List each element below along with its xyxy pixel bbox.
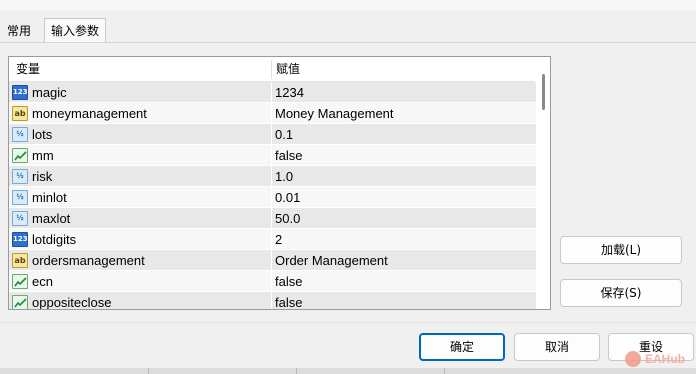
table-row[interactable]: ½ maxlot 50.0 bbox=[9, 208, 536, 229]
vertical-scrollbar[interactable] bbox=[537, 57, 550, 309]
cancel-button[interactable]: 取消 bbox=[514, 333, 600, 361]
tab-general[interactable]: 常用 bbox=[0, 20, 38, 42]
taskbar-strip bbox=[0, 368, 696, 374]
parameter-name: mm bbox=[32, 148, 54, 163]
parameter-name: minlot bbox=[32, 190, 67, 205]
parameter-value[interactable]: 1234 bbox=[275, 82, 304, 103]
parameter-name: lotdigits bbox=[32, 232, 77, 247]
ok-button[interactable]: 确定 bbox=[419, 333, 505, 361]
parameter-value[interactable]: 50.0 bbox=[275, 208, 300, 229]
parameter-name: maxlot bbox=[32, 211, 71, 226]
cell-separator bbox=[271, 271, 272, 292]
parameter-name: moneymanagement bbox=[32, 106, 147, 121]
parameter-value[interactable]: 0.01 bbox=[275, 187, 300, 208]
table-row[interactable]: mm false bbox=[9, 145, 536, 166]
double-type-icon: ½ bbox=[12, 190, 28, 205]
double-type-icon: ½ bbox=[12, 169, 28, 184]
boolean-type-icon bbox=[12, 148, 28, 163]
parameter-name: risk bbox=[32, 169, 53, 184]
column-separator[interactable] bbox=[271, 60, 272, 79]
table-row[interactable]: ab ordersmanagement Order Management bbox=[9, 250, 536, 271]
taskbar-separator bbox=[148, 368, 149, 374]
column-header-variable[interactable]: 变量 bbox=[16, 57, 40, 82]
boolean-type-icon bbox=[12, 295, 28, 309]
parameter-name: oppositeclose bbox=[32, 295, 112, 310]
cell-separator bbox=[271, 187, 272, 208]
table-row[interactable]: ½ risk 1.0 bbox=[9, 166, 536, 187]
table-row[interactable]: 123 lotdigits 2 bbox=[9, 229, 536, 250]
parameter-value[interactable]: false bbox=[275, 145, 302, 166]
column-header-value[interactable]: 赋值 bbox=[276, 57, 300, 82]
watermark-logo-icon bbox=[625, 351, 641, 367]
table-row[interactable]: 123 magic 1234 bbox=[9, 82, 536, 103]
window-title-strip bbox=[0, 0, 696, 10]
table-row[interactable]: oppositeclose false bbox=[9, 292, 536, 310]
load-button[interactable]: 加载(L) bbox=[560, 236, 682, 264]
watermark: EAHub bbox=[625, 350, 695, 368]
save-button[interactable]: 保存(S) bbox=[560, 279, 682, 307]
cell-separator bbox=[271, 82, 272, 103]
parameter-name: magic bbox=[32, 85, 67, 100]
parameter-value[interactable]: 2 bbox=[275, 229, 282, 250]
cell-separator bbox=[271, 124, 272, 145]
table-row[interactable]: ½ lots 0.1 bbox=[9, 124, 536, 145]
table-row[interactable]: ½ minlot 0.01 bbox=[9, 187, 536, 208]
parameter-value[interactable]: Money Management bbox=[275, 103, 394, 124]
cell-separator bbox=[271, 229, 272, 250]
parameters-table: 变量 赋值 123 magic 1234 ab moneymanagement Money… bbox=[8, 56, 551, 310]
footer-divider bbox=[0, 322, 696, 323]
parameter-name: lots bbox=[32, 127, 53, 142]
string-type-icon: ab bbox=[12, 253, 28, 268]
watermark-text: EAHub bbox=[645, 352, 685, 366]
taskbar-separator bbox=[444, 368, 445, 374]
cell-separator bbox=[271, 166, 272, 187]
table-header: 变量 赋值 bbox=[9, 57, 534, 82]
cell-separator bbox=[271, 103, 272, 124]
parameter-value[interactable]: 0.1 bbox=[275, 124, 293, 145]
table-body: 123 magic 1234 ab moneymanagement Money Manag… bbox=[9, 82, 536, 310]
tab-input-parameters[interactable]: 输入参数 bbox=[44, 18, 106, 42]
double-type-icon: ½ bbox=[12, 127, 28, 142]
parameter-value[interactable]: false bbox=[275, 292, 302, 309]
integer-type-icon: 123 bbox=[12, 232, 28, 247]
parameter-value[interactable]: Order Management bbox=[275, 250, 388, 271]
table-row[interactable]: ab moneymanagement Money Management bbox=[9, 103, 536, 124]
boolean-type-icon bbox=[12, 274, 28, 289]
integer-type-icon: 123 bbox=[12, 85, 28, 100]
parameter-value[interactable]: false bbox=[275, 271, 302, 292]
scrollbar-thumb[interactable] bbox=[542, 74, 545, 110]
parameter-value[interactable]: 1.0 bbox=[275, 166, 293, 187]
cell-separator bbox=[271, 208, 272, 229]
string-type-icon: ab bbox=[12, 106, 28, 121]
tab-panel-divider bbox=[0, 42, 696, 43]
parameter-name: ecn bbox=[32, 274, 53, 289]
cell-separator bbox=[271, 145, 272, 166]
taskbar-separator bbox=[296, 368, 297, 374]
parameter-name: ordersmanagement bbox=[32, 253, 145, 268]
cell-separator bbox=[271, 292, 272, 309]
table-row[interactable]: ecn false bbox=[9, 271, 536, 292]
double-type-icon: ½ bbox=[12, 211, 28, 226]
cell-separator bbox=[271, 250, 272, 271]
